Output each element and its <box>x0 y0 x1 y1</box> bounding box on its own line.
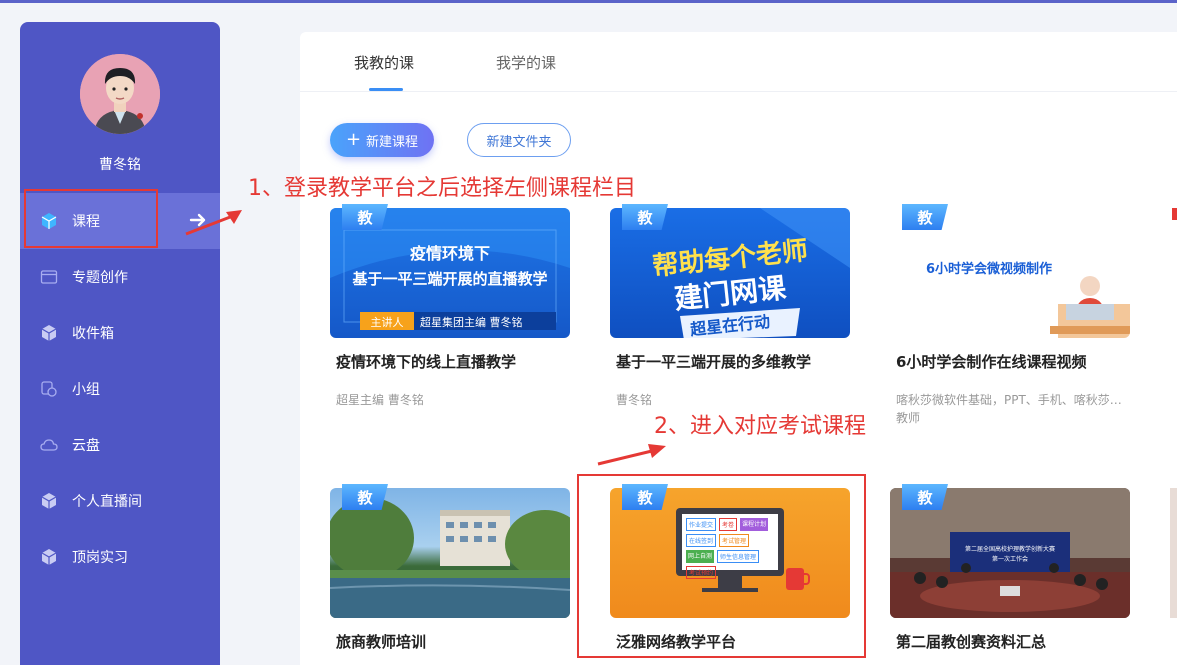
course-title[interactable]: 6小时学会制作在线课程视频 <box>896 351 1132 372</box>
annotation-box-course-card <box>577 474 866 658</box>
sidebar-item-label: 云盘 <box>72 438 100 454</box>
annotation-arrow-2 <box>597 444 666 466</box>
course-card[interactable]: 教 疫情环境下 基于一平三端开展的直播教学 主讲人 超星集团主编 曹冬铭 疫情环… <box>330 204 572 428</box>
avatar[interactable] <box>80 54 160 134</box>
sidebar-item-cloud[interactable]: 云盘 <box>20 417 220 473</box>
internship-cube-icon <box>40 548 58 566</box>
teach-badge: 教 <box>342 484 388 510</box>
teach-badge: 教 <box>902 204 948 230</box>
course-teacher: 曹冬铭 <box>616 393 653 407</box>
annotation-arrow-1 <box>185 210 242 236</box>
annotation-step-2: 2、进入对应考试课程 <box>654 414 866 439</box>
course-role: 教师 <box>896 411 921 425</box>
sidebar-item-internship[interactable]: 顶岗实习 <box>20 529 220 585</box>
live-cube-icon <box>40 492 58 510</box>
sidebar-item-label: 个人直播间 <box>72 494 142 510</box>
course-card[interactable]: 教 6小时学会微视频制作 6小时学会制作在线课程视频 喀秋莎微软件基础，PPT、… <box>890 204 1132 448</box>
annotation-box-course-menu <box>24 189 158 248</box>
teach-badge: 教 <box>622 204 668 230</box>
course-card[interactable]: 教 帮助每个老师 建门网课 超星在行动 基于一平三端开展的多维教学 曹冬铭 <box>610 204 852 428</box>
teach-badge: 教 <box>622 484 668 510</box>
sidebar-item-label: 顶岗实习 <box>72 550 128 566</box>
annotation-step-1: 1、登录教学平台之后选择左侧课程栏目 <box>248 176 636 201</box>
course-title[interactable]: 疫情环境下的线上直播教学 <box>336 351 572 372</box>
sidebar-item-label: 小组 <box>72 382 100 398</box>
course-title[interactable]: 第二届教创赛资料汇总 <box>896 631 1132 652</box>
new-course-button[interactable]: + 新建课程 <box>330 123 434 157</box>
course-card-partial[interactable] <box>1170 208 1177 338</box>
plus-icon: + <box>345 129 362 150</box>
course-card[interactable]: 教 旅商教师培训 <box>330 484 572 665</box>
teach-badge: 教 <box>902 484 948 510</box>
course-title[interactable]: 基于一平三端开展的多维教学 <box>616 351 852 372</box>
sidebar-item-topic[interactable]: 专题创作 <box>20 249 220 305</box>
active-tab-indicator <box>369 88 403 91</box>
sidebar: 曹冬铭 课程 专题创作 收件箱 小组 云盘 个人直播间 顶岗实习 <box>20 22 220 665</box>
course-card-partial[interactable] <box>1170 488 1177 618</box>
top-accent-line <box>0 0 1177 3</box>
group-icon <box>40 380 58 398</box>
tab-bar: 我教的课 我学的课 <box>300 32 1177 92</box>
sidebar-item-label: 收件箱 <box>72 326 114 342</box>
course-card[interactable]: 教 第二届全国高校护理教学创新大赛 第一次工作会 第二届教创赛资料汇总 <box>890 484 1132 665</box>
sidebar-item-inbox[interactable]: 收件箱 <box>20 305 220 361</box>
course-teacher: 超星主编 曹冬铭 <box>336 393 424 407</box>
topic-window-icon <box>40 268 58 286</box>
course-teacher: 喀秋莎微软件基础，PPT、手机、喀秋莎… <box>896 393 1122 407</box>
teach-badge: 教 <box>342 204 388 230</box>
sidebar-item-live[interactable]: 个人直播间 <box>20 473 220 529</box>
tab-learning[interactable]: 我学的课 <box>496 52 556 73</box>
username: 曹冬铭 <box>99 157 141 173</box>
tab-teaching[interactable]: 我教的课 <box>354 52 414 73</box>
sidebar-item-label: 专题创作 <box>72 270 128 286</box>
course-title[interactable]: 旅商教师培训 <box>336 631 572 652</box>
inbox-cube-icon <box>40 324 58 342</box>
new-folder-button[interactable]: 新建文件夹 <box>467 123 571 157</box>
cloud-icon <box>40 436 58 454</box>
sidebar-item-group[interactable]: 小组 <box>20 361 220 417</box>
